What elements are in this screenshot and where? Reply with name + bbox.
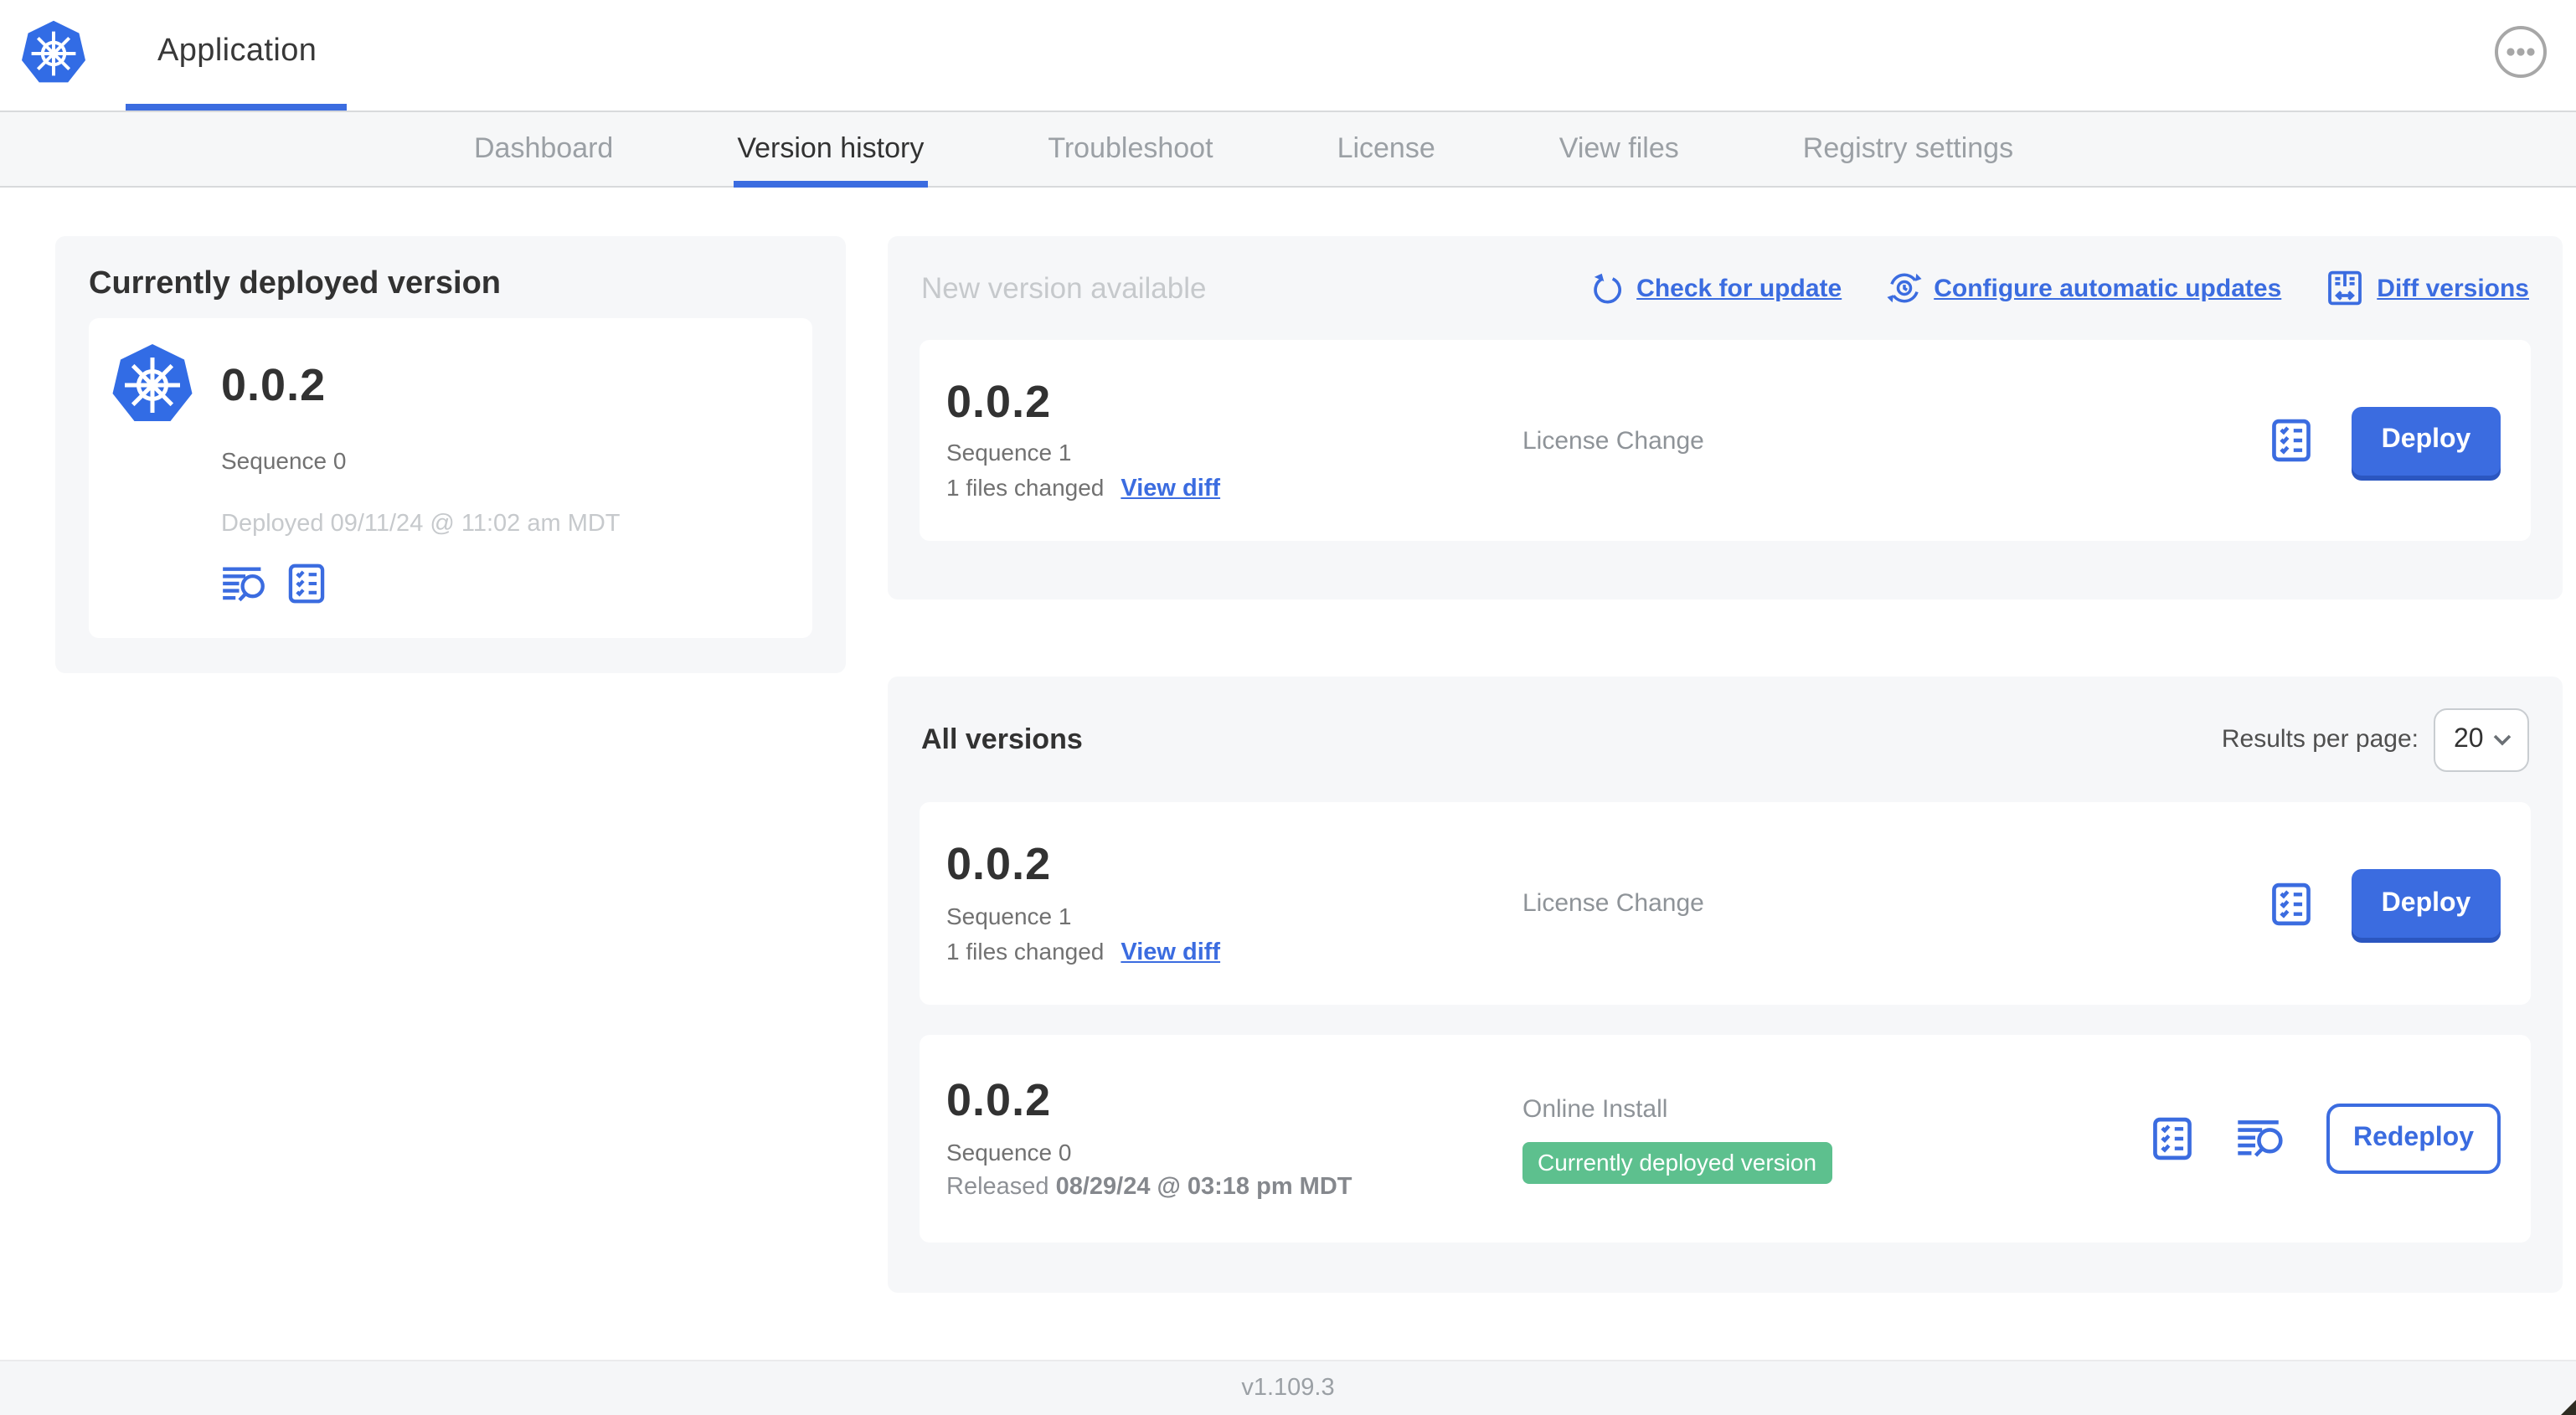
- view-logs-icon[interactable]: [2236, 1115, 2286, 1162]
- kubernetes-logo-icon: [111, 343, 194, 427]
- current-version-card: 0.0.2 Sequence 0 Deployed 09/11/24 @ 11:…: [89, 318, 812, 638]
- view-logs-icon[interactable]: [221, 562, 268, 605]
- currently-deployed-badge: Currently deployed version: [1522, 1141, 1832, 1183]
- section-nav: Dashboard Version history Troubleshoot L…: [0, 111, 2576, 188]
- chevron-down-icon: [2492, 733, 2512, 746]
- cursor-artifact: [2561, 1400, 2576, 1415]
- tab-dashboard[interactable]: Dashboard: [474, 112, 613, 186]
- deploy-button[interactable]: Deploy: [2352, 869, 2501, 938]
- deploy-button[interactable]: Deploy: [2352, 406, 2501, 475]
- version-sequence: Sequence 0: [946, 1138, 1072, 1165]
- current-version-sequence: Sequence 0: [221, 447, 347, 474]
- check-for-update-link[interactable]: Check for update: [1589, 270, 1842, 306]
- admin-console-page: Application Dashboard Version history Tr…: [0, 0, 2576, 1415]
- new-version-title: New version available: [921, 270, 1207, 304]
- version-number: 0.0.2: [946, 1075, 1052, 1126]
- version-row: 0.0.2 Sequence 0 Released 08/29/24 @ 03:…: [920, 1035, 2531, 1243]
- view-diff-link[interactable]: View diff: [1121, 939, 1220, 966]
- results-per-page-label: Results per page:: [2221, 725, 2419, 754]
- tab-version-history[interactable]: Version history: [734, 112, 927, 188]
- diff-versions-link[interactable]: Diff versions: [2325, 268, 2529, 308]
- current-version-deployed-timestamp: Deployed 09/11/24 @ 11:02 am MDT: [221, 511, 621, 538]
- tab-registry-settings[interactable]: Registry settings: [1803, 112, 2013, 186]
- tab-troubleshoot[interactable]: Troubleshoot: [1048, 112, 1213, 186]
- results-per-page-select[interactable]: 20: [2434, 708, 2529, 771]
- app-footer: v1.109.3: [0, 1360, 2576, 1415]
- current-version-number: 0.0.2: [221, 360, 327, 410]
- preflight-checklist-icon[interactable]: [2268, 878, 2315, 929]
- version-number: 0.0.2: [946, 376, 1052, 427]
- change-type-label: License Change: [1522, 889, 1704, 918]
- preflight-checklist-icon[interactable]: [285, 559, 328, 608]
- preflight-checklist-icon[interactable]: [2149, 1114, 2196, 1164]
- diff-icon: [2325, 268, 2365, 308]
- install-type-label: Online Install: [1522, 1094, 1668, 1123]
- version-actions-links: Check for update Configure automatic upd…: [1589, 268, 2529, 308]
- all-versions-panel: All versions Results per page: 20 0.0.2 …: [888, 677, 2563, 1293]
- configure-automatic-updates-link[interactable]: Configure automatic updates: [1885, 270, 2281, 306]
- version-sequence: Sequence 1: [946, 902, 1072, 929]
- files-changed-label: 1 files changed: [946, 937, 1105, 965]
- version-released-timestamp: Released 08/29/24 @ 03:18 pm MDT: [946, 1173, 1352, 1201]
- new-version-panel: New version available Check for update C…: [888, 236, 2563, 599]
- version-row: 0.0.2 Sequence 1 1 files changed View di…: [920, 802, 2531, 1005]
- tab-license[interactable]: License: [1337, 112, 1435, 186]
- currently-deployed-panel: Currently deployed version 0.0.2 Sequenc…: [55, 236, 846, 673]
- new-version-row: 0.0.2 Sequence 1 1 files changed View di…: [920, 340, 2531, 541]
- preflight-checklist-icon[interactable]: [2268, 415, 2315, 466]
- app-header: Application: [0, 0, 2576, 111]
- kubernetes-logo-icon: [20, 18, 87, 89]
- console-version-label: v1.109.3: [1241, 1375, 1335, 1402]
- refresh-icon: [1589, 270, 1625, 306]
- version-sequence: Sequence 1: [946, 439, 1072, 466]
- change-type-label: License Change: [1522, 426, 1704, 455]
- all-versions-title: All versions: [921, 723, 1083, 754]
- app-tab-title[interactable]: Application: [157, 0, 317, 104]
- version-number: 0.0.2: [946, 839, 1052, 890]
- currently-deployed-title: Currently deployed version: [89, 266, 502, 301]
- view-diff-link[interactable]: View diff: [1121, 476, 1220, 503]
- tab-view-files[interactable]: View files: [1559, 112, 1679, 186]
- redeploy-button[interactable]: Redeploy: [2326, 1104, 2501, 1174]
- overflow-menu-icon[interactable]: [2494, 25, 2548, 79]
- active-app-tab-indicator: [126, 104, 347, 111]
- auto-update-icon: [1885, 270, 1922, 306]
- files-changed-label: 1 files changed: [946, 474, 1105, 502]
